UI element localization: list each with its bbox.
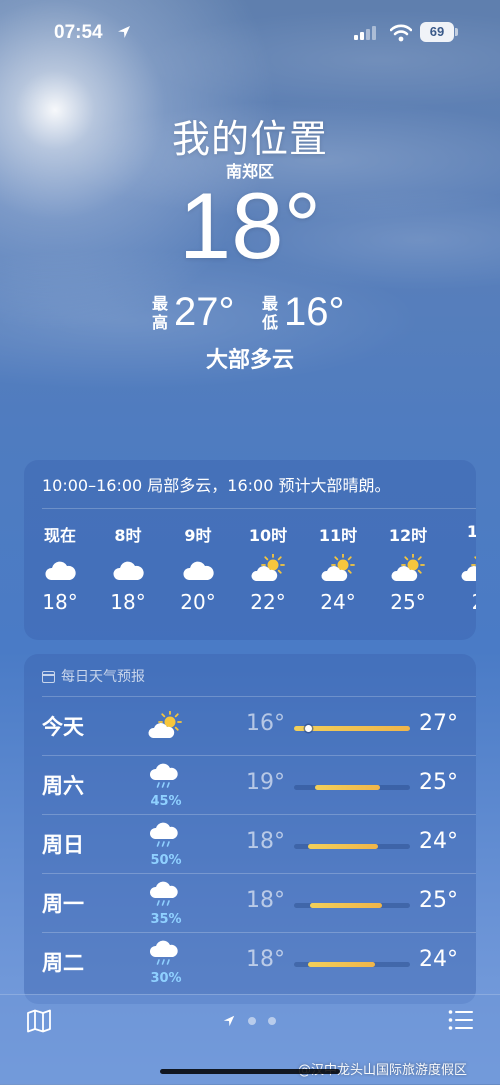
current-temperature: 18° — [178, 173, 322, 278]
hourly-item: 13 2 — [448, 522, 476, 614]
partly-sunny-icon — [391, 553, 425, 584]
daily-row[interactable]: 周六 45% 19° 25° — [24, 756, 476, 814]
precipitation-chance: 50% — [150, 853, 182, 868]
temperature-range-bar — [294, 962, 410, 967]
hour-label: 9时 — [184, 526, 212, 545]
partly-sunny-icon — [251, 553, 285, 584]
low-temperature: 18° — [246, 888, 285, 913]
hourly-item: 12时 25° — [378, 522, 438, 614]
precipitation-chance: 45% — [150, 794, 182, 809]
page-dot[interactable] — [268, 1017, 276, 1025]
current-temperature-dot — [304, 725, 312, 732]
day-name: 周二 — [42, 951, 84, 975]
hourly-list[interactable]: 现在 18° 8时 18° 9时 20° 10时 22° 11时 24° 12时 25° 13 2 — [24, 522, 476, 632]
daily-row[interactable]: 周二 30% 18° 24° — [24, 933, 476, 991]
location-arrow-icon — [118, 26, 130, 38]
hour-temperature: 25° — [390, 590, 426, 614]
wifi-icon — [390, 24, 412, 42]
hour-label: 12时 — [388, 526, 428, 545]
cloud-icon — [43, 554, 77, 584]
bottom-toolbar: @汉中龙头山国际旅游度假区 — [0, 994, 500, 1085]
cellular-signal-icon — [354, 26, 376, 40]
day-name: 周日 — [42, 833, 84, 857]
hour-label: 8时 — [114, 526, 142, 545]
high-temperature: 27° — [174, 290, 235, 334]
high-temperature: 27° — [419, 711, 458, 736]
hour-temperature: 20° — [180, 590, 216, 614]
daily-row[interactable]: 今天 16° 27° — [24, 697, 476, 755]
status-time: 07:54 — [54, 22, 103, 43]
precipitation-chance: 30% — [150, 971, 182, 986]
map-icon[interactable] — [26, 1009, 52, 1033]
home-indicator[interactable] — [160, 1069, 340, 1074]
hourly-item: 8时 18° — [98, 522, 158, 614]
rain-cloud-icon — [148, 762, 184, 792]
hourly-item: 10时 22° — [238, 522, 298, 614]
location-arrow-icon — [223, 1015, 235, 1027]
status-bar: 07:54 69 — [0, 22, 500, 48]
condition-text: 大部多云 — [205, 348, 294, 373]
temperature-range-bar — [294, 903, 410, 908]
hourly-item: 9时 20° — [168, 522, 228, 614]
low-temperature: 18° — [246, 829, 285, 854]
page-dot[interactable] — [248, 1017, 256, 1025]
low-temperature: 19° — [246, 770, 285, 795]
city-name: 我的位置 — [171, 117, 328, 161]
temperature-range-bar — [294, 725, 410, 732]
precipitation-chance: 35% — [150, 912, 182, 927]
temperature-range-bar — [294, 785, 410, 790]
daily-row[interactable]: 周日 50% 18° 24° — [24, 815, 476, 873]
day-name: 周六 — [42, 774, 84, 798]
rain-cloud-icon — [148, 880, 184, 910]
divider — [42, 508, 476, 509]
hour-temperature: 18° — [110, 590, 146, 614]
daily-header: 每日天气预报 — [42, 666, 145, 686]
page-indicator[interactable] — [222, 1013, 282, 1029]
calendar-icon — [42, 671, 55, 683]
high-label: 最高 — [152, 294, 169, 332]
day-name: 周一 — [42, 892, 84, 916]
high-temperature: 25° — [419, 770, 458, 795]
daily-title: 每日天气预报 — [61, 669, 145, 685]
temperature-range-fill — [307, 962, 376, 967]
cloud-icon — [111, 554, 145, 584]
hour-label: 11时 — [318, 526, 358, 545]
hour-temperature: 24° — [320, 590, 356, 614]
partly-sunny-icon — [148, 710, 184, 741]
low-label: 最低 — [262, 294, 279, 332]
temperature-range-fill — [314, 785, 380, 790]
high-temperature: 24° — [419, 947, 458, 972]
partly-sunny-icon — [461, 554, 476, 584]
hour-label: 现在 — [43, 526, 76, 545]
hour-label: 10时 — [248, 526, 288, 545]
temperature-range-bar — [294, 844, 410, 849]
high-temperature: 25° — [419, 888, 458, 913]
low-temperature: 16° — [246, 711, 285, 736]
temperature-range-fill — [307, 844, 378, 849]
high-low: 最高 27° 最低 16° — [0, 290, 500, 340]
low-temperature: 18° — [246, 947, 285, 972]
battery-level: 69 — [420, 22, 454, 42]
daily-forecast-card[interactable]: 每日天气预报 今天 16° 27° 周六 45% 19° 25° 周日 50% 18° 24° 周一 3… — [24, 654, 476, 1004]
high-temperature: 24° — [419, 829, 458, 854]
hour-temperature: 2 — [448, 590, 476, 614]
rain-cloud-icon — [148, 821, 184, 851]
hourly-item: 11时 24° — [308, 522, 368, 614]
list-icon[interactable] — [448, 1009, 474, 1031]
battery-tip — [455, 28, 458, 36]
hourly-forecast-card[interactable]: 10:00–16:00 局部多云，16:00 预计大部晴朗。 现在 18° 8时 18… — [24, 460, 476, 640]
cloud-icon — [181, 554, 215, 584]
hourly-summary: 10:00–16:00 局部多云，16:00 预计大部晴朗。 — [42, 476, 391, 495]
partly-sunny-icon — [321, 553, 355, 584]
temperature-range-fill — [310, 903, 383, 908]
day-name: 今天 — [42, 715, 84, 739]
hourly-item: 现在 18° — [30, 522, 90, 614]
hour-temperature: 22° — [250, 590, 286, 614]
hour-label: 13 — [466, 522, 476, 541]
low-temperature: 16° — [284, 290, 345, 334]
rain-cloud-icon — [148, 939, 184, 969]
daily-row[interactable]: 周一 35% 18° 25° — [24, 874, 476, 932]
hour-temperature: 18° — [42, 590, 78, 614]
